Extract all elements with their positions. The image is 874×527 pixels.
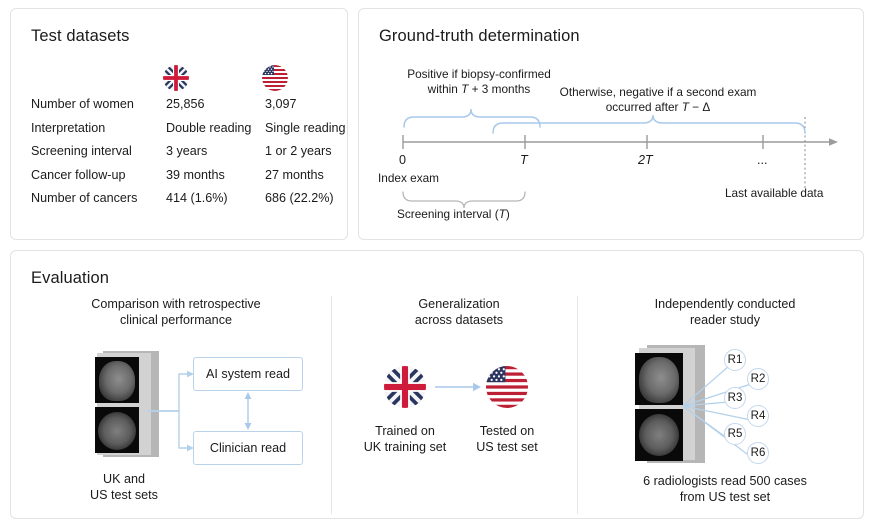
reader-label-r5: R5 [727,428,743,440]
index-exam-label: Index exam [378,171,439,185]
row-value-us: 686 (22.2%) [265,191,334,205]
brace-positive-window [403,108,541,128]
reader-circle-r3: R3 [724,387,746,409]
screening-interval-pre: Screening interval ( [397,207,499,221]
row-value-uk: 3 years [166,144,208,158]
reader-circle-r2: R2 [747,368,769,390]
row-label: Interpretation [31,120,106,135]
reader-label-r6: R6 [750,447,766,459]
table-row: Cancer follow-up 39 months 27 months [31,168,331,192]
uk-flag-icon [163,65,189,91]
reader-study-caption: 6 radiologists read 500 cases from US te… [643,474,807,504]
test-datasets-card: Test datasets Number of women 25,856 3,0… [10,8,348,240]
table-row: Interpretation Double reading Single rea… [31,120,346,145]
negative-note-line2-post: − Δ [688,100,711,114]
page-title-test-datasets: Test datasets [31,27,130,45]
tick-label-ellipsis: ... [757,153,768,167]
table-row: Number of cancers 414 (1.6%) 686 (22.2%) [31,191,334,215]
screening-interval-post: ) [505,207,510,221]
reader-circle-r4: R4 [747,405,769,427]
row-label: Cancer follow-up [31,167,126,182]
row-value-uk: 39 months [166,167,225,182]
row-label: Number of women [31,97,134,111]
us-flag-icon [262,65,288,91]
row-value-us: 3,097 [265,97,297,111]
last-available-data-label: Last available data [725,186,824,200]
positive-note-line1: Positive if biopsy-confirmed [407,67,551,81]
reader-circle-r6: R6 [747,442,769,464]
test-datasets-table: Number of women 25,856 3,097 Interpretat… [31,97,346,215]
brace-screening-interval [402,191,526,209]
screening-interval-label: Screening interval (T) [397,207,510,222]
row-value-uk: 25,856 [166,97,205,111]
tick-label-0: 0 [399,153,407,167]
negative-note-line1: Otherwise, negative if a second exam [559,85,757,99]
timeline-arrowhead [829,138,838,146]
positive-note-line2-post: + 3 months [468,82,531,96]
negative-note-var: T [681,100,689,114]
reader-label-r2: R2 [750,373,766,385]
evaluation-card: Evaluation Comparison with retrospective… [10,250,864,519]
negative-criterion-note: Otherwise, negative if a second exam occ… [544,85,772,115]
reader-label-r1: R1 [727,354,743,366]
row-label: Number of cancers [31,191,138,205]
row-value-us: 27 months [265,167,324,182]
table-row: Number of women 25,856 3,097 [31,97,331,121]
tick-label-T: T [520,153,528,167]
reader-label-r3: R3 [727,392,743,404]
row-label: Screening interval [31,144,132,158]
table-row: Screening interval 3 years 1 or 2 years [31,144,332,168]
reader-circle-r1: R1 [724,349,746,371]
positive-criterion-note: Positive if biopsy-confirmed within T + … [391,67,567,97]
row-value-uk: 414 (1.6%) [166,191,228,205]
ground-truth-card: Ground-truth determination Positive if b… [358,8,864,240]
screening-interval-var: T [498,207,506,221]
tick-label-2T: 2T [638,153,653,167]
row-value-us: 1 or 2 years [265,144,332,158]
positive-note-line2-pre: within [427,82,462,96]
row-value-uk: Double reading [166,120,252,135]
ground-truth-timeline: Positive if biopsy-confirmed within T + … [359,9,865,241]
row-value-us: Single reading [265,120,346,135]
negative-note-line2-pre: occurred after [605,100,682,114]
reader-circle-r5: R5 [724,423,746,445]
reader-label-r4: R4 [750,410,766,422]
